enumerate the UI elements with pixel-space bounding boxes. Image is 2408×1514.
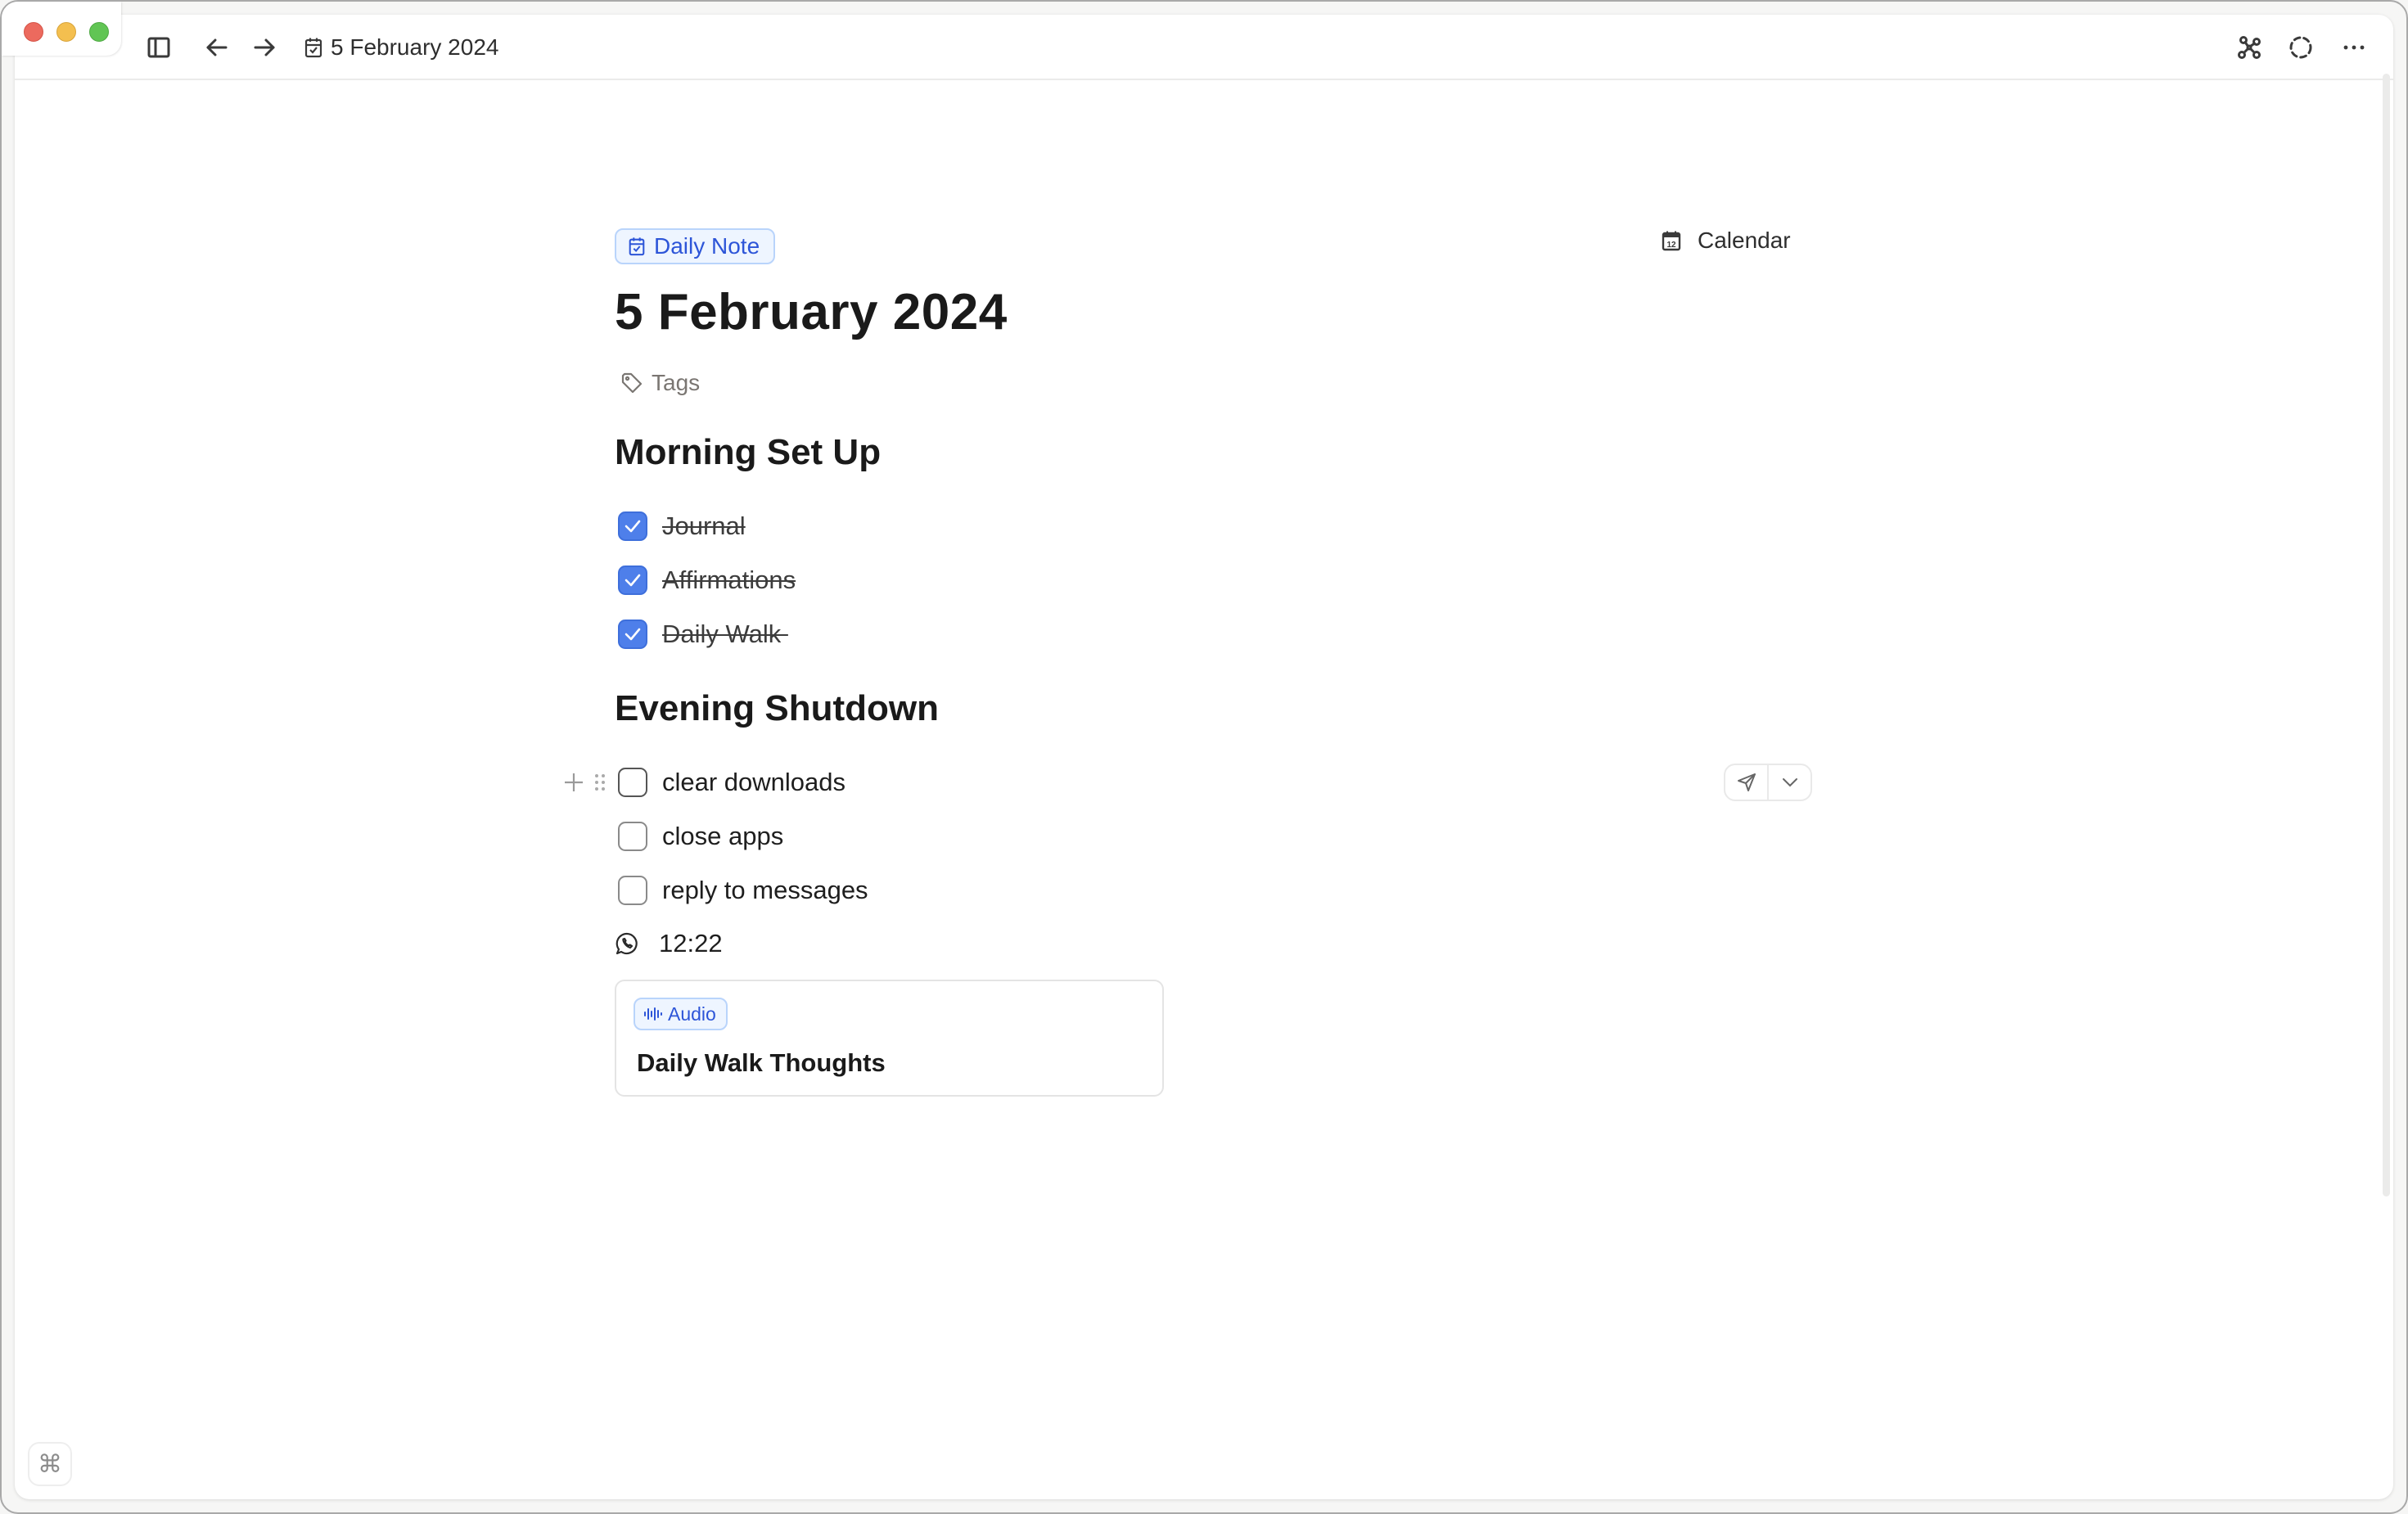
whatsapp-entry[interactable]: 12:22 — [615, 927, 723, 960]
calendar-label: Calendar — [1698, 228, 1791, 253]
task-options-dropdown[interactable] — [1767, 765, 1811, 800]
forward-arrow-icon — [254, 38, 275, 56]
task-label[interactable]: reply to messages — [662, 876, 868, 905]
checkmark-icon — [625, 628, 641, 641]
window-controls — [2, 2, 121, 56]
waveform-icon — [644, 1007, 662, 1021]
task-checkbox[interactable] — [618, 822, 647, 851]
task-item: reply to messages — [615, 874, 868, 907]
send-task-button[interactable] — [1725, 765, 1767, 800]
vertical-scrollbar[interactable] — [2383, 74, 2390, 1196]
toolbar: 5 February 2024 — [15, 15, 2393, 80]
close-window-button[interactable] — [24, 22, 43, 42]
section-heading-evening: Evening Shutdown — [615, 688, 939, 728]
breadcrumb[interactable]: 5 February 2024 — [304, 33, 498, 62]
calendar-check-icon — [304, 38, 322, 58]
linked-note-title: Daily Walk Thoughts — [637, 1048, 886, 1077]
checkmark-icon — [625, 520, 641, 533]
whatsapp-icon — [616, 932, 638, 955]
task-checkbox[interactable] — [618, 565, 647, 595]
task-actions — [1724, 764, 1812, 801]
send-icon — [1737, 773, 1756, 791]
task-label[interactable]: close apps — [662, 822, 783, 851]
audio-badge-label: Audio — [668, 1003, 716, 1025]
minimize-window-button[interactable] — [56, 22, 76, 42]
more-options-button[interactable] — [2339, 33, 2369, 62]
linked-note-card[interactable]: Audio Daily Walk Thoughts — [615, 980, 1164, 1097]
ellipsis-icon — [2343, 45, 2365, 50]
graph-view-button[interactable] — [2234, 33, 2264, 62]
forward-button[interactable] — [250, 34, 278, 61]
page-title[interactable]: 5 February 2024 — [615, 283, 1008, 341]
tags-field[interactable]: Tags — [620, 370, 700, 396]
sync-status-button[interactable] — [2286, 33, 2316, 62]
calendar-check-icon — [629, 237, 645, 256]
main-panel — [15, 15, 2393, 1499]
dashed-circle-icon — [2289, 36, 2312, 59]
task-item: clear downloads — [615, 766, 846, 799]
chevron-down-icon — [1782, 778, 1797, 787]
task-item: Affirmations — [615, 564, 796, 597]
task-label[interactable]: clear downloads — [662, 768, 846, 797]
graph-icon — [2238, 36, 2261, 59]
calendar-icon: 12 — [1662, 231, 1681, 251]
block-handles — [563, 766, 606, 799]
task-checkbox[interactable] — [618, 511, 647, 541]
audio-badge: Audio — [634, 998, 728, 1030]
task-item: close apps — [615, 820, 783, 853]
note-type-label: Daily Note — [654, 233, 760, 259]
task-label[interactable]: Affirmations — [662, 565, 796, 595]
calendar-button[interactable]: 12 Calendar — [1662, 226, 1791, 255]
add-block-icon[interactable] — [563, 772, 584, 793]
command-icon: ⌘ — [38, 1450, 62, 1478]
task-checkbox[interactable] — [618, 620, 647, 649]
breadcrumb-title: 5 February 2024 — [331, 34, 499, 60]
task-item: Daily Walk — [615, 618, 788, 651]
tag-icon — [621, 372, 643, 394]
task-item: Journal — [615, 510, 746, 543]
command-palette-button[interactable]: ⌘ — [28, 1442, 72, 1486]
back-button[interactable] — [203, 34, 231, 61]
sidebar-toggle-button[interactable] — [146, 34, 172, 61]
svg-text:12: 12 — [1666, 241, 1676, 250]
task-checkbox[interactable] — [618, 876, 647, 905]
checkmark-icon — [625, 574, 641, 587]
tags-placeholder: Tags — [652, 370, 701, 395]
section-heading-morning: Morning Set Up — [615, 432, 882, 472]
sidebar-toggle-icon — [147, 37, 170, 58]
task-label[interactable]: Journal — [662, 511, 746, 541]
zoom-window-button[interactable] — [89, 22, 109, 42]
task-checkbox[interactable] — [618, 768, 647, 797]
task-label[interactable]: Daily Walk — [662, 620, 788, 649]
note-type-badge[interactable]: Daily Note — [615, 228, 775, 264]
drag-handle-icon[interactable] — [594, 773, 606, 792]
back-arrow-icon — [206, 38, 228, 56]
whatsapp-time: 12:22 — [659, 929, 723, 958]
